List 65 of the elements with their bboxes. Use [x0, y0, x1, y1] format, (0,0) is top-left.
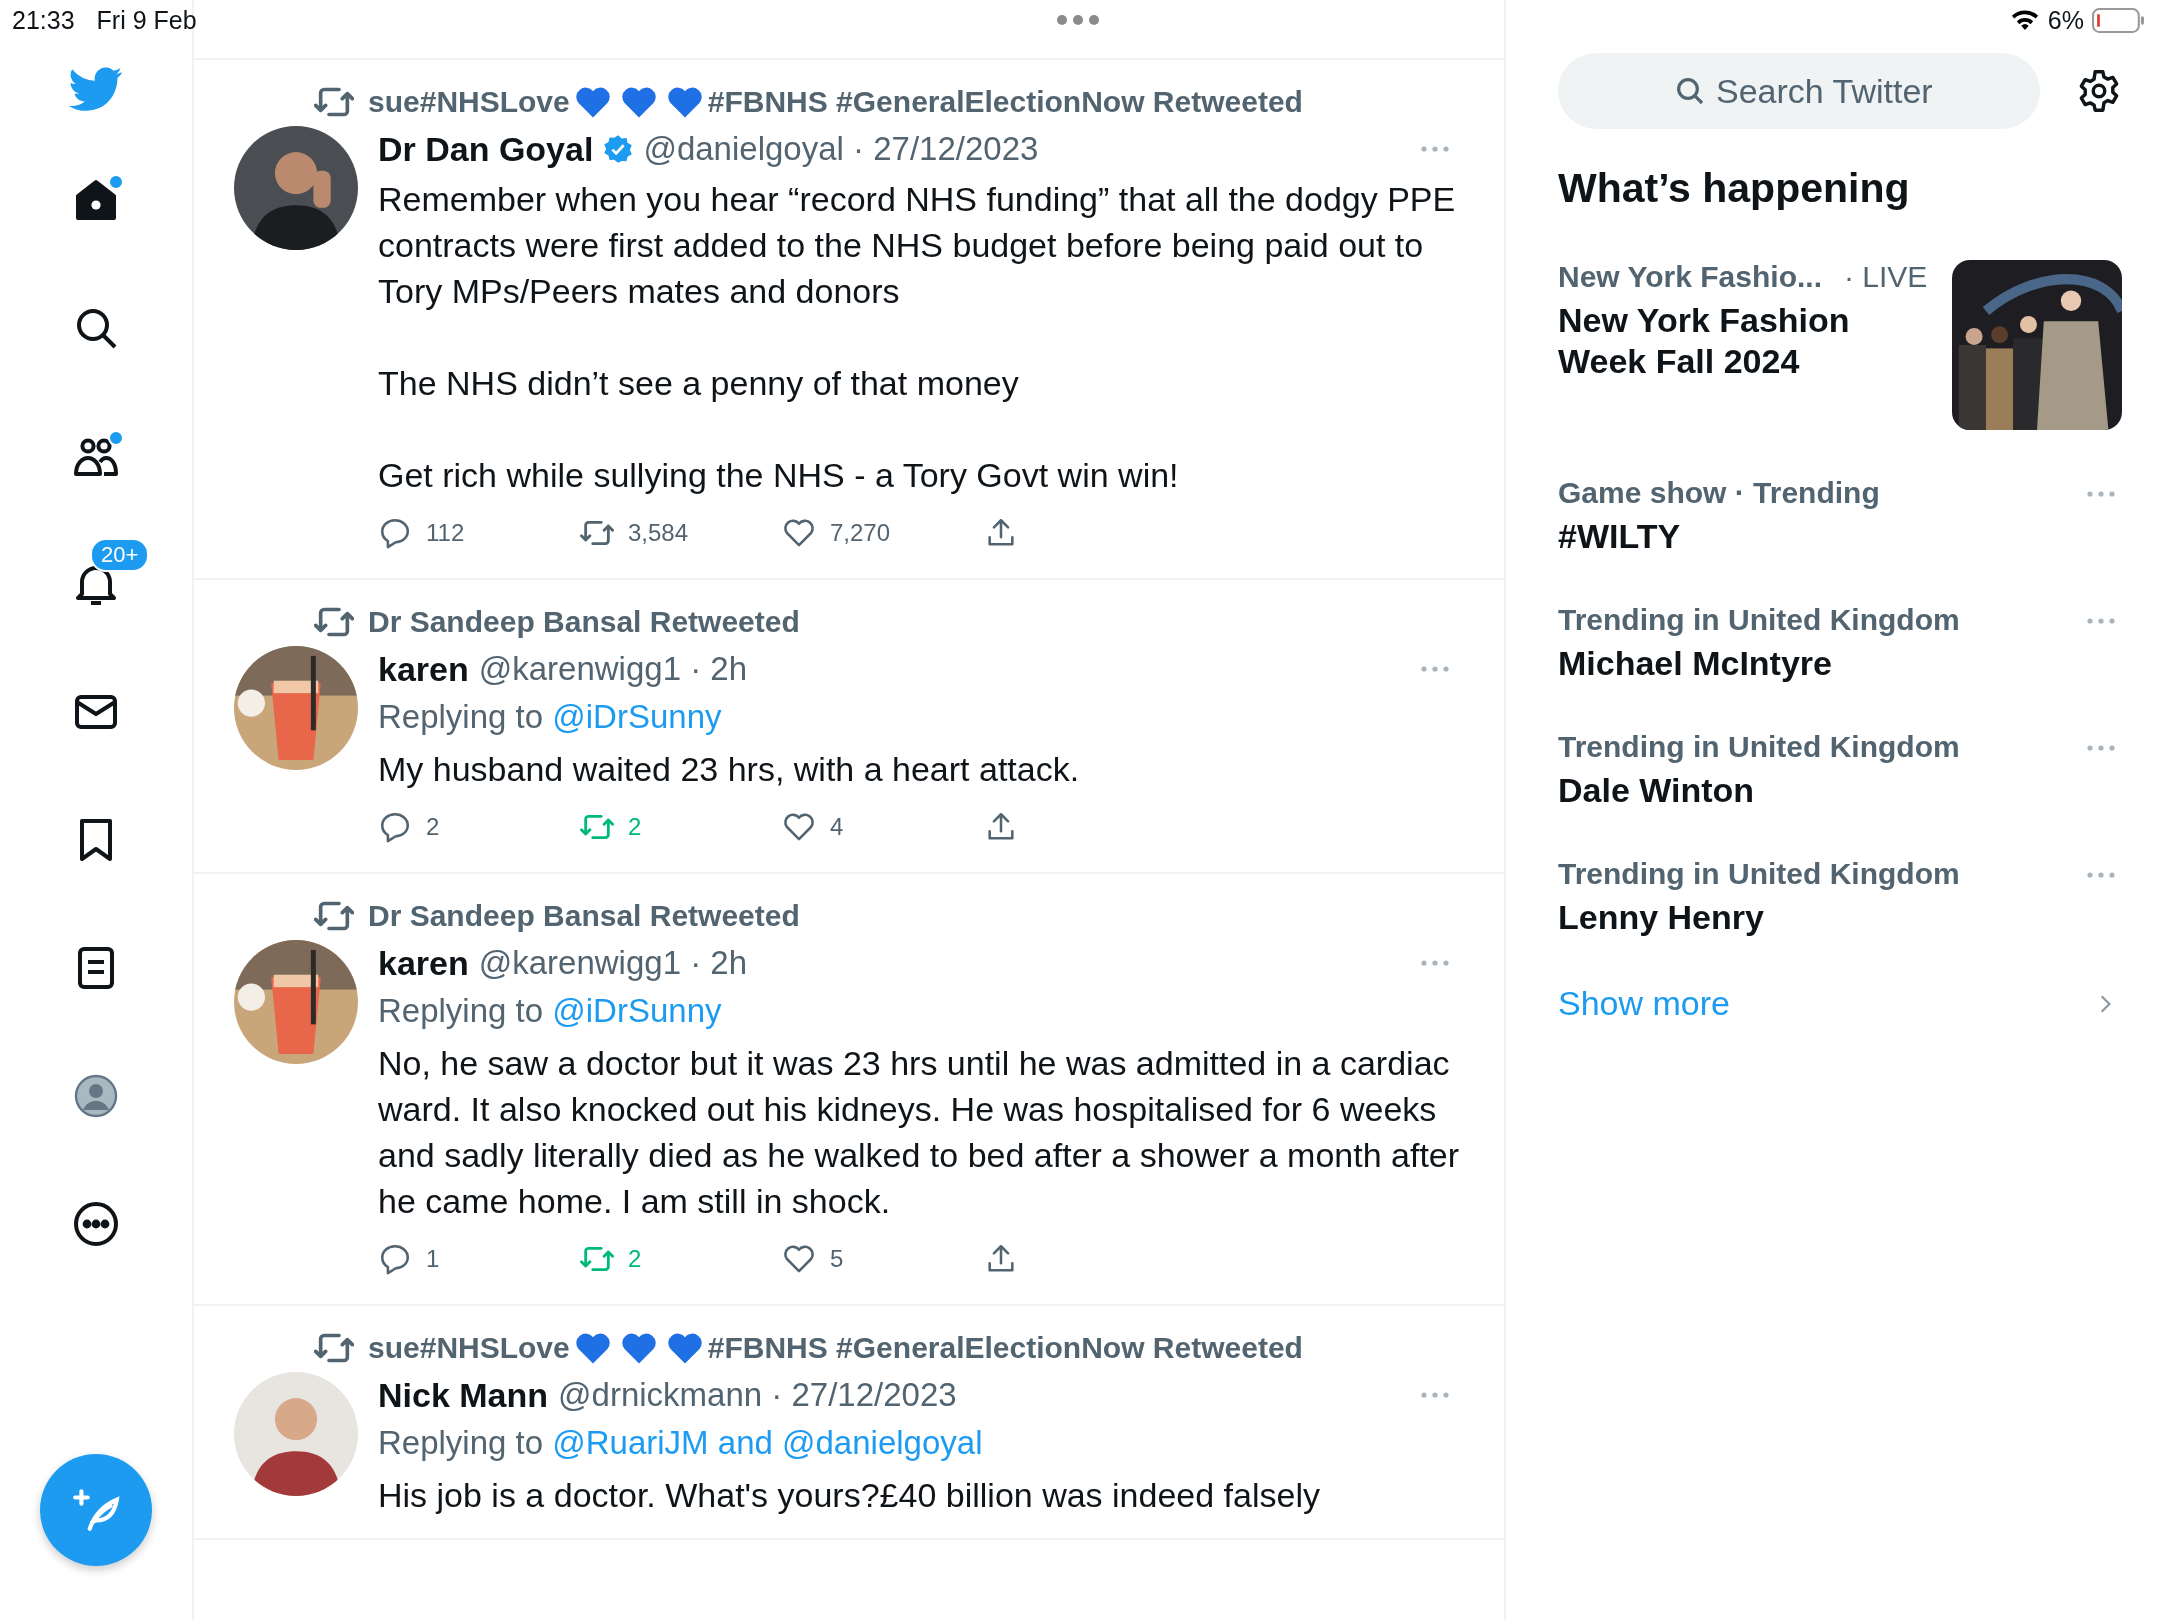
section-title: What’s happening — [1558, 165, 1911, 212]
trend-category: Game show · Trending — [1558, 476, 1880, 510]
replying-to-text: Replying to @iDrSunny — [378, 697, 723, 737]
retweeted-by-text: Dr Sandeep Bansal Retweeted — [368, 605, 800, 639]
retweeted-by-text: #FBNHS #GeneralElectionNow Retweeted — [707, 1331, 1303, 1365]
heart-emoji-icon — [665, 85, 704, 119]
trend-category: Trending in United Kingdom — [1558, 730, 1960, 764]
retweeted-by-text: sue#NHSLove — [368, 1331, 570, 1365]
heart-emoji-icon — [573, 85, 612, 119]
trend-category: Trending in United Kingdom — [1558, 603, 1960, 637]
like-count: 4 — [830, 813, 844, 841]
trend-category: Trending in United Kingdom — [1558, 857, 1960, 891]
retweeted-by-text: sue#NHSLove — [368, 85, 570, 119]
reply-icon[interactable] — [378, 810, 412, 844]
status-date: Fri 9 Feb — [96, 5, 197, 35]
reply-count: 2 — [426, 813, 440, 841]
like-count: 5 — [830, 1245, 844, 1273]
tweet-text: My husband waited 23 hrs, with a heart attack. — [378, 749, 1081, 790]
tweet-text: His job is a doctor. What's yours?£40 billion was indeed falsely — [378, 1475, 1321, 1516]
author-name[interactable]: karen — [378, 943, 469, 983]
retweet-count: 2 — [628, 1245, 642, 1273]
reply-count: 1 — [426, 1245, 440, 1273]
compose-tweet-button[interactable] — [40, 1454, 152, 1566]
retweeted-by-text: Dr Sandeep Bansal Retweeted — [368, 899, 800, 933]
like-count: 7,270 — [830, 519, 891, 547]
handle-and-time: @karenwigg1 · 2h — [478, 650, 748, 688]
trend-title[interactable]: #WILTY — [1558, 516, 1880, 557]
handle-and-time: @karenwigg1 · 2h — [478, 944, 748, 982]
live-label: · LIVE — [1843, 260, 1928, 294]
handle-and-time: @drnickmann · 27/12/2023 — [558, 1376, 957, 1414]
battery-percent: 6% — [2047, 5, 2084, 35]
heart-emoji-icon — [619, 1331, 658, 1365]
avatar-icon[interactable] — [72, 1072, 120, 1120]
heart-emoji-icon — [573, 1331, 612, 1365]
reply-icon[interactable] — [378, 516, 412, 550]
wifi-icon — [2009, 8, 2040, 32]
trend-title[interactable]: New York Fashion Week Fall 2024 — [1558, 300, 1898, 382]
author-name[interactable]: Dr Dan Goyal — [378, 129, 594, 169]
tweet-text: The NHS didn’t see a penny of that money — [378, 363, 1020, 404]
handle-and-time: @danielgoyal · 27/12/2023 — [643, 130, 1039, 168]
search-icon — [1674, 75, 1706, 107]
reply-icon[interactable] — [378, 1242, 412, 1276]
replying-to-text: Replying to @iDrSunny — [378, 991, 723, 1031]
trend-title[interactable]: Dale Winton — [1558, 770, 1898, 811]
retweet-count: 3,584 — [628, 519, 689, 547]
heart-emoji-icon — [665, 1331, 704, 1365]
battery-icon — [2092, 7, 2144, 33]
retweet-count: 2 — [628, 813, 642, 841]
retweeted-by-text: #FBNHS #GeneralElectionNow Retweeted — [707, 85, 1303, 119]
tweet-text: Get rich while sullying the NHS - a Tory Govt win win! — [378, 455, 1180, 496]
author-name[interactable]: karen — [378, 649, 469, 689]
trend-title[interactable]: Michael McIntyre — [1558, 643, 1898, 684]
more-icon[interactable] — [72, 1200, 120, 1248]
tweet-text: No, he saw a doctor but it was 23 hrs until he was admitted in a cardiac ward. It also knocked out his kidneys. He was hospitalised for 6 weeks and sadly literally died as he walked to bed after a shower a month after he came home. I am still in shock. — [378, 1043, 1461, 1222]
reply-count: 112 — [426, 519, 465, 547]
replying-to-text: Replying to @RuariJM and @danielgoyal — [378, 1423, 984, 1463]
author-name[interactable]: Nick Mann — [378, 1375, 549, 1415]
trend-title[interactable]: Lenny Henry — [1558, 897, 1898, 938]
heart-emoji-icon — [619, 85, 658, 119]
tweet-text: Remember when you hear “record NHS funding” that all the dodgy PPE contracts were first added to the NHS budget before being paid out to Tory MPs/Peers mates and donors — [378, 179, 1457, 312]
trend-category: New York Fashio... — [1558, 260, 1822, 294]
notification-count: 20+ — [90, 538, 150, 572]
multitask-dots-icon[interactable] — [1056, 14, 1100, 26]
status-time: 21:33 — [12, 5, 75, 35]
search-field[interactable]: Search Twitter — [1558, 53, 2040, 129]
